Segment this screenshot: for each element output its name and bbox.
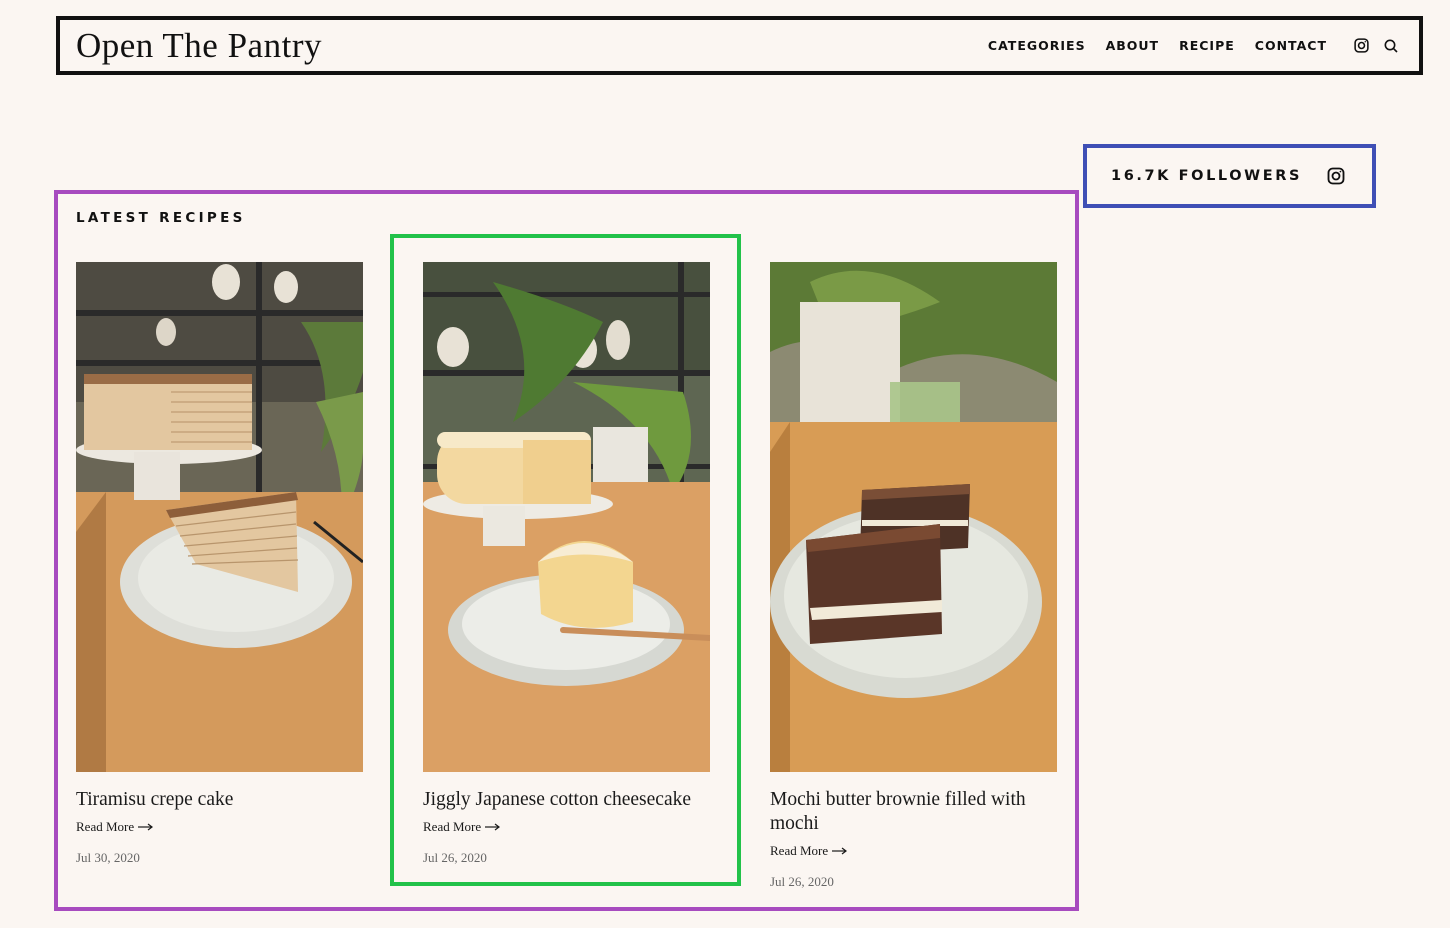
recipe-card: Tiramisu crepe cake Read More Jul 30, 20… [76, 262, 363, 866]
recipe-image-mochi-butter-brownie[interactable] [770, 262, 1057, 772]
recipe-title[interactable]: Mochi butter brownie filled with mochi [770, 788, 1057, 836]
nav-icons [1353, 37, 1399, 54]
arrow-right-icon [138, 819, 154, 835]
instagram-icon[interactable] [1326, 166, 1346, 186]
site-header: Open The Pantry CATEGORIES ABOUT RECIPE … [56, 16, 1423, 75]
recipe-card: Mochi butter brownie filled with mochi R… [770, 262, 1057, 890]
latest-recipes-section: LATEST RECIPES Tiramisu crepe cake Read … [54, 190, 1079, 911]
read-more-label: Read More [423, 819, 482, 834]
site-logo[interactable]: Open The Pantry [76, 26, 322, 66]
recipe-image-jiggly-japanese-cotton-cheesecake[interactable] [423, 262, 710, 772]
arrow-right-icon [832, 843, 848, 859]
recipe-card: Jiggly Japanese cotton cheesecake Read M… [423, 262, 710, 866]
recipe-title[interactable]: Tiramisu crepe cake [76, 788, 363, 812]
recipe-date: Jul 30, 2020 [76, 850, 140, 865]
recipe-title[interactable]: Jiggly Japanese cotton cheesecake [423, 788, 710, 812]
nav-contact[interactable]: CONTACT [1255, 38, 1327, 53]
nav-recipe[interactable]: RECIPE [1179, 38, 1235, 53]
read-more-label: Read More [770, 843, 829, 858]
recipe-image-tiramisu-crepe-cake[interactable] [76, 262, 363, 772]
read-more-link[interactable]: Read More [770, 843, 1057, 859]
nav-categories[interactable]: CATEGORIES [988, 38, 1086, 53]
recipe-date: Jul 26, 2020 [770, 874, 834, 889]
followers-count: 16.7K FOLLOWERS [1111, 168, 1303, 184]
nav-about[interactable]: ABOUT [1106, 38, 1160, 53]
read-more-link[interactable]: Read More [76, 819, 363, 835]
read-more-label: Read More [76, 819, 135, 834]
main-nav: CATEGORIES ABOUT RECIPE CONTACT [988, 37, 1399, 54]
section-title: LATEST RECIPES [76, 210, 246, 226]
instagram-icon[interactable] [1353, 37, 1370, 54]
instagram-followers-widget[interactable]: 16.7K FOLLOWERS [1083, 144, 1376, 208]
search-icon[interactable] [1383, 38, 1399, 54]
arrow-right-icon [485, 819, 501, 835]
recipe-date: Jul 26, 2020 [423, 850, 487, 865]
read-more-link[interactable]: Read More [423, 819, 710, 835]
